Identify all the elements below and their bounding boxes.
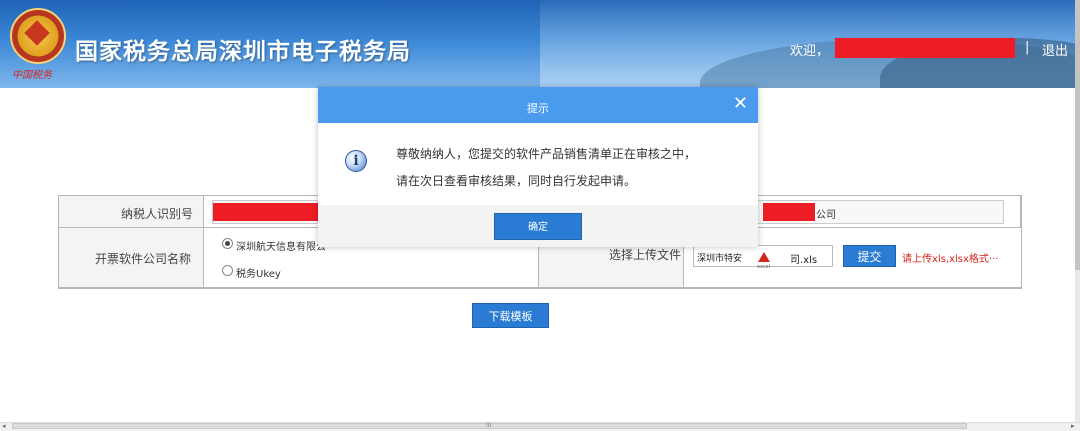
dialog-header: 提示 ✕ — [318, 87, 758, 123]
tax-emblem-icon — [10, 8, 66, 64]
option-tax-ukey-label: 税务Ukey — [236, 269, 281, 280]
radio-aisino[interactable] — [222, 238, 233, 249]
warning-caption: excel — [757, 264, 771, 270]
software-company-label: 开票软件公司名称 — [95, 252, 192, 266]
notice-dialog: 提示 ✕ i 尊敬纳纳人，您提交的软件产品销售清单正在审核之中， 请在次日查看审… — [318, 87, 758, 247]
dialog-message-line1: 尊敬纳纳人，您提交的软件产品销售清单正在审核之中， — [396, 147, 697, 161]
dialog-title: 提示 — [527, 102, 549, 115]
option-aisino-label: 深圳航天信息有限公 — [236, 242, 326, 253]
scroll-right-arrow-icon[interactable]: ▸ — [1071, 422, 1075, 430]
file-name-right: 司.xls — [790, 255, 818, 266]
logout-link[interactable]: 退出 — [1042, 40, 1068, 59]
file-name-left: 深圳市特安 — [697, 254, 743, 264]
software-company-label-cell: 开票软件公司名称 — [59, 228, 204, 288]
company-name-suffix: 公司 — [816, 210, 836, 221]
emblem-caption: 中国税务 — [12, 70, 52, 81]
site-header: 中国税务 国家税务总局深圳市电子税务局 欢迎， | 退出 — [0, 0, 1075, 88]
taxpayer-id-label-cell: 纳税人识别号 — [59, 196, 204, 228]
vertical-scroll-thumb[interactable] — [1075, 0, 1080, 270]
header-separator: | — [1025, 40, 1030, 55]
warning-icon — [758, 252, 770, 262]
upload-label: 选择上传文件 — [609, 248, 682, 262]
redacted-taxpayer-id — [213, 203, 321, 221]
redacted-company-name — [763, 203, 815, 221]
info-icon: i — [345, 150, 367, 172]
redacted-username — [835, 38, 1015, 58]
taxpayer-id-label: 纳税人识别号 — [121, 207, 194, 221]
submit-button[interactable]: 提交 — [843, 245, 896, 267]
close-icon[interactable]: ✕ — [733, 93, 748, 114]
download-template-button[interactable]: 下载模板 — [472, 303, 549, 328]
site-title: 国家税务总局深圳市电子税务局 — [75, 39, 411, 65]
format-hint: 请上传xls,xlsx格式··· — [902, 254, 999, 265]
confirm-button[interactable]: 确定 — [494, 213, 582, 240]
scroll-grip-icon: III — [486, 422, 492, 429]
dialog-message-line2: 请在次日查看审核结果，同时自行发起申请。 — [396, 174, 637, 188]
scroll-left-arrow-icon[interactable]: ◂ — [2, 422, 6, 430]
radio-tax-ukey[interactable] — [222, 265, 233, 276]
welcome-text: 欢迎， — [790, 44, 830, 59]
